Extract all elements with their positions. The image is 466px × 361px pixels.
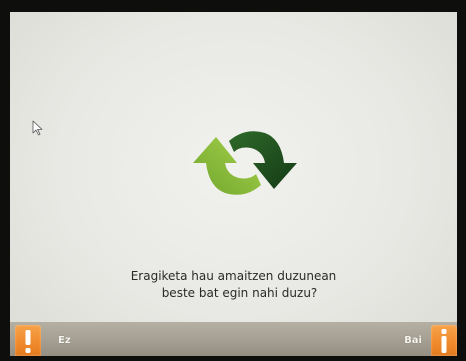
bottom-action-bar: Ez Bai (10, 322, 457, 356)
refresh-icon (193, 131, 297, 195)
info-icon (431, 325, 457, 356)
exclamation-icon (15, 325, 41, 356)
message-line-1: Eragiketa hau amaitzen duzunean (130, 269, 337, 283)
message-line-2: beste bat egin nahi duzu? (161, 286, 318, 300)
yes-button[interactable]: Bai (404, 325, 457, 356)
confirmation-message: Eragiketa hau amaitzen duzunean beste ba… (10, 268, 457, 302)
cursor-icon (32, 120, 43, 136)
touch-screen: Eragiketa hau amaitzen duzunean beste ba… (10, 12, 457, 356)
no-label: Ez (58, 335, 71, 346)
no-button[interactable]: Ez (15, 325, 71, 356)
yes-label: Bai (404, 335, 422, 346)
